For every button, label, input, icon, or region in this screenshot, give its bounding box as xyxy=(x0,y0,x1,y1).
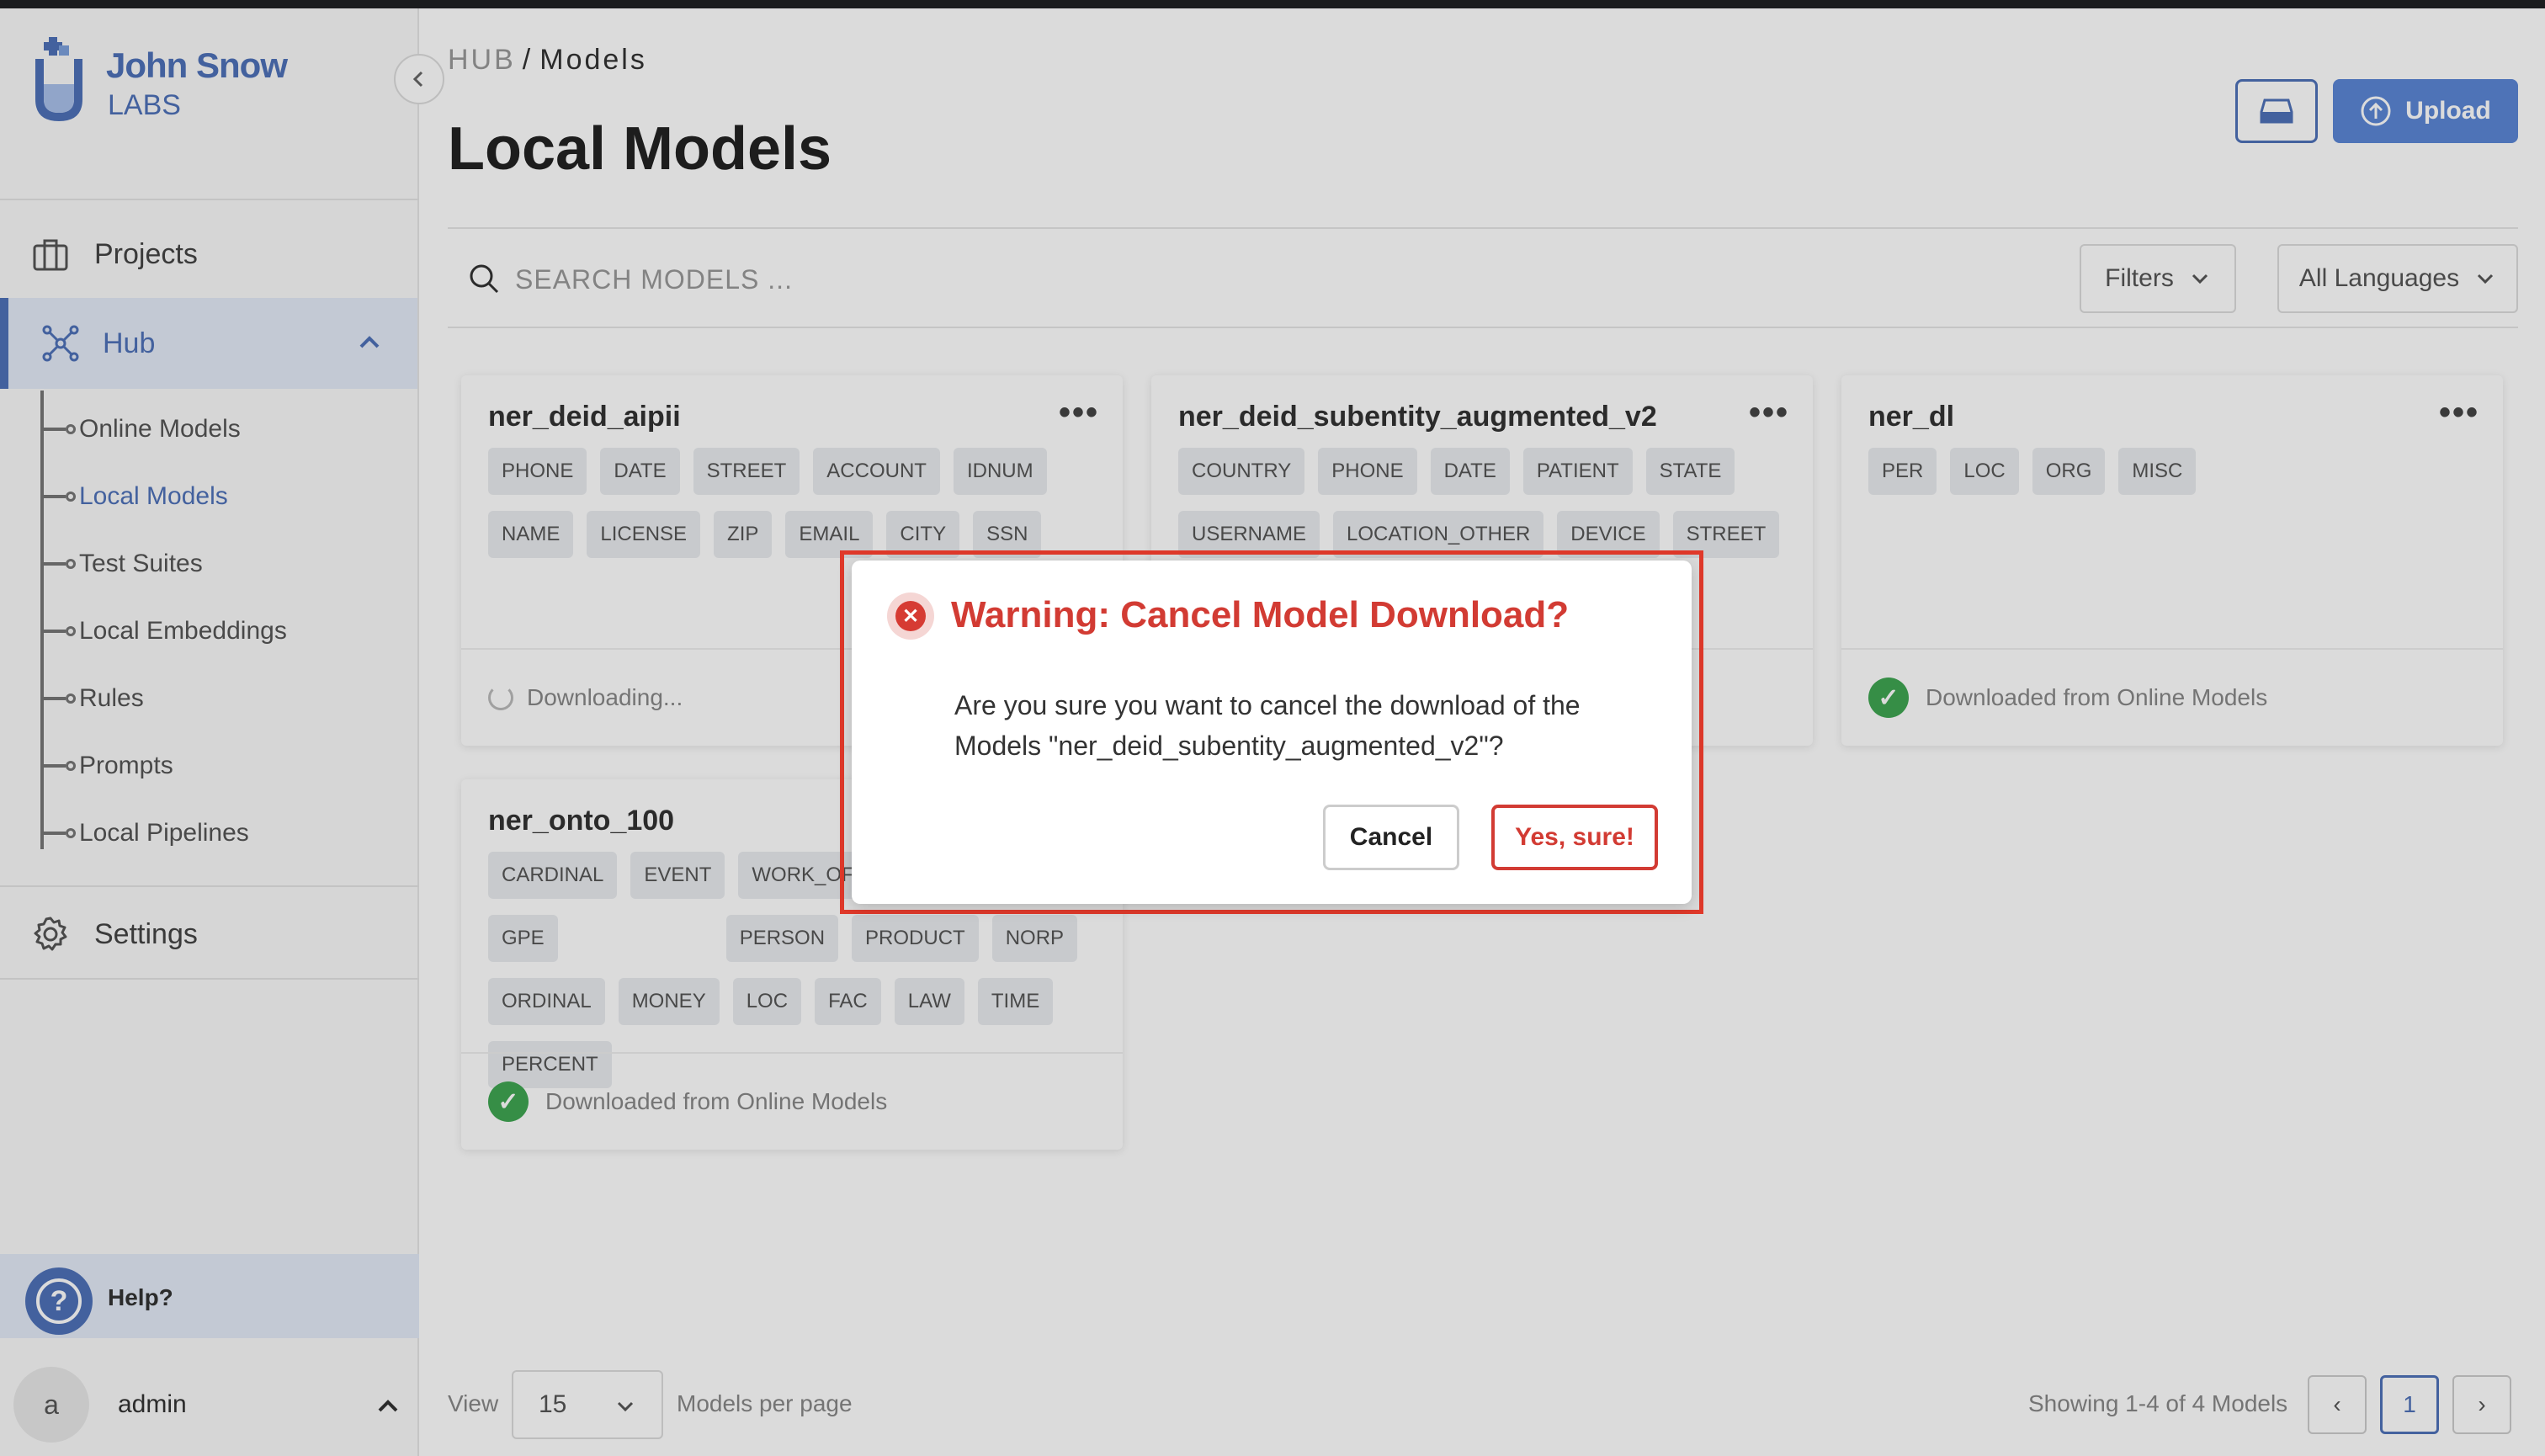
dialog-message: Are you sure you want to cancel the down… xyxy=(954,690,1581,761)
confirm-button[interactable]: Yes, sure! xyxy=(1491,805,1658,870)
dialog-title: Warning: Cancel Model Download? xyxy=(951,594,1570,635)
error-circle-icon: ✕ xyxy=(887,592,934,640)
cancel-button[interactable]: Cancel xyxy=(1323,805,1459,870)
top-bar xyxy=(0,0,2545,8)
cancel-download-dialog: ✕ Warning: Cancel Model Download? Are yo… xyxy=(852,561,1692,904)
